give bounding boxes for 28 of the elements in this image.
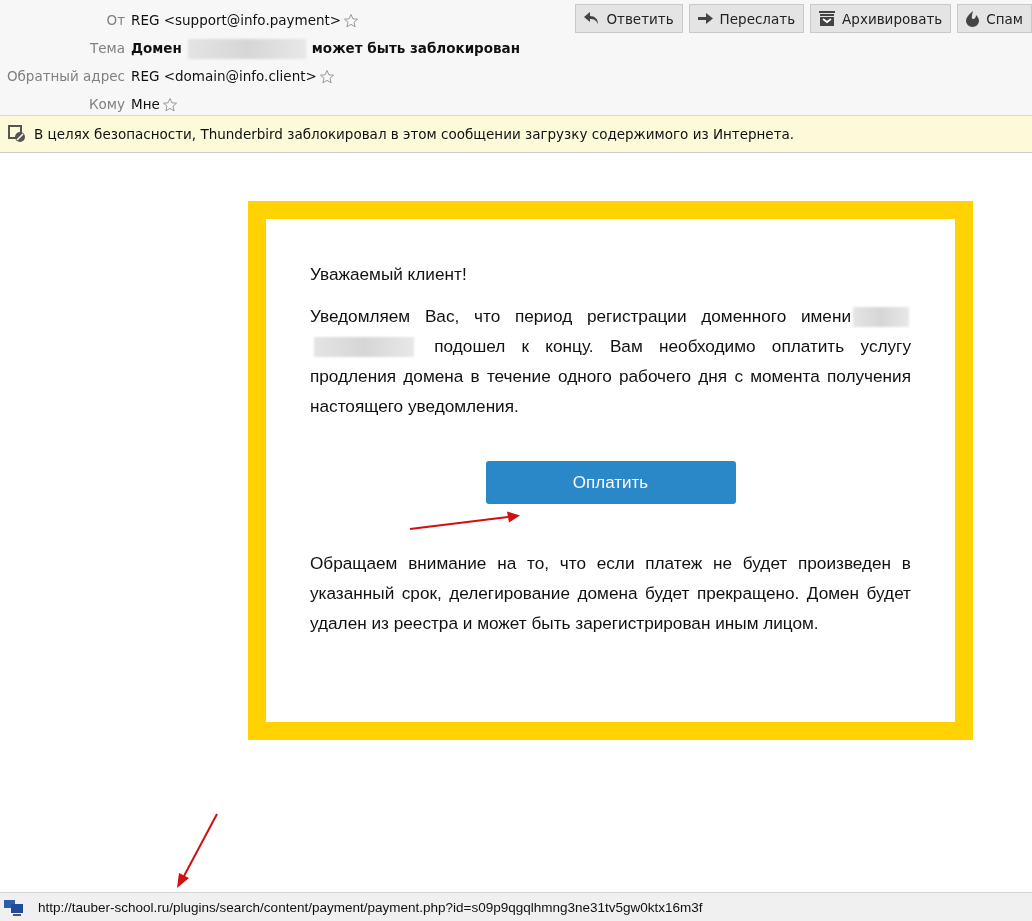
field-label: Кому bbox=[87, 95, 125, 114]
star-icon[interactable] bbox=[161, 96, 178, 113]
right-arrow-icon bbox=[697, 12, 713, 25]
archive-box-icon bbox=[819, 11, 836, 26]
subject-text: Домен bbox=[131, 39, 182, 58]
action-button[interactable]: Переслать bbox=[688, 4, 805, 33]
action-button[interactable]: Ответить bbox=[575, 4, 683, 33]
subject-text: может быть заблокирован bbox=[311, 39, 521, 58]
field-label: Тема bbox=[89, 39, 125, 58]
address-text[interactable]: Мне bbox=[131, 94, 160, 115]
flame-icon bbox=[966, 10, 980, 27]
star-icon[interactable] bbox=[318, 68, 335, 85]
action-button[interactable]: Архивировать bbox=[810, 4, 952, 33]
field-label: От bbox=[105, 11, 125, 30]
notice-text: В целях безопасности, Thunderbird заблокировал в этом сообщении загрузку содержимого из Интернета. bbox=[34, 126, 795, 142]
blocked-image-icon bbox=[8, 125, 26, 143]
reply-icon bbox=[584, 12, 600, 25]
pay-button[interactable]: Оплатить bbox=[485, 461, 736, 504]
address-text[interactable]: REG <support@info.payment> bbox=[131, 10, 342, 31]
link-url: http://tauber-school.ru/plugins/search/content/payment/payment.php?id=s09p9qgqlhmng3ne31tv5gw0ktx16m3f bbox=[38, 899, 703, 915]
field-label: Обратный адрес bbox=[5, 67, 125, 86]
paragraph-text: Обращаем внимание на то, что если платеж не будет произведен в указанный срок, делегирование домена будет прекращено. Домен будет удален из реестра и может быть зарегистрирован иным лицом. bbox=[310, 552, 911, 635]
paragraph-text: Уведомляем Вас, что период регистрации доменного имени подошел к концу. Вам необходимо оплатить услугу продления домена в течение одного рабочего дня с момента получения настоящего уведомления. bbox=[310, 305, 911, 418]
star-icon[interactable] bbox=[343, 12, 360, 29]
computer-icon bbox=[4, 898, 24, 916]
action-button[interactable]: Спам bbox=[957, 4, 1032, 33]
greeting-text: Уважаемый клиент! bbox=[310, 263, 468, 286]
address-text[interactable]: REG <domain@info.client> bbox=[131, 66, 317, 87]
